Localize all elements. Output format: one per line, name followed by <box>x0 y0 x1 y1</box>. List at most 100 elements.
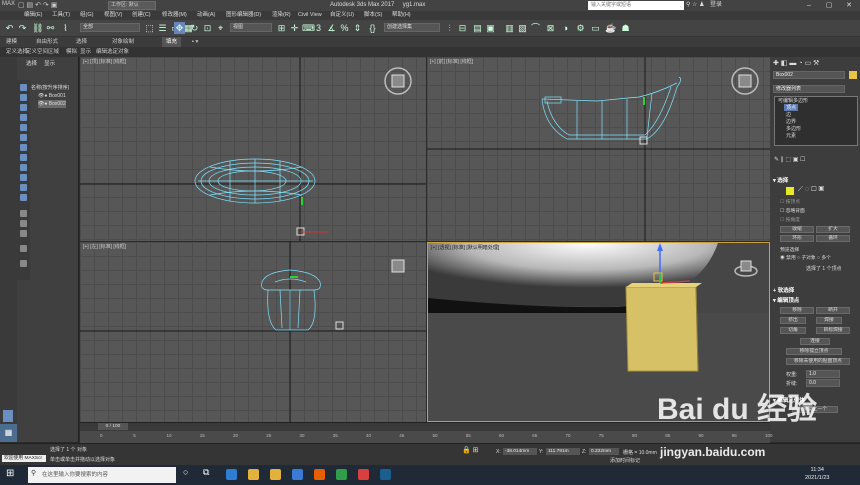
app2-icon[interactable] <box>358 469 369 480</box>
filter-containers-icon[interactable] <box>20 174 27 181</box>
taskbar-search-input[interactable]: 在这里输入你要搜索的内容 <box>28 467 176 483</box>
remove-isolated-button[interactable]: 移除孤立顶点 <box>786 348 842 355</box>
maximize-icon[interactable]: ▢ <box>820 0 838 11</box>
stack-item-editable-poly[interactable]: 可编辑多边形 <box>778 97 808 104</box>
search-input[interactable]: 输入关键字或短语 <box>588 1 684 10</box>
firefox-icon[interactable] <box>314 469 325 480</box>
mail-icon[interactable] <box>292 469 303 480</box>
percent-snap-icon[interactable]: % <box>339 22 350 34</box>
stack-item-polygon[interactable]: 多边形 <box>786 125 801 132</box>
redo-icon[interactable]: ↷ <box>17 22 28 34</box>
app-logo[interactable]: MAX <box>2 1 15 10</box>
remove-unused-map-button[interactable]: 移除未使用的贴图顶点 <box>786 358 850 365</box>
quick-access-icons[interactable]: ▢ ▤ ↶ ↷ ▣ <box>18 1 57 9</box>
filter-cameras-icon[interactable] <box>20 114 27 121</box>
snaps-toggle-icon[interactable]: 3 <box>313 22 324 34</box>
filter-options-icon[interactable] <box>20 245 27 252</box>
app-icon[interactable] <box>336 469 347 480</box>
filter-hidden-icon[interactable] <box>20 194 27 201</box>
filter-invert-icon[interactable] <box>20 230 27 237</box>
ribbon-tab-populate[interactable]: 填充 <box>162 37 182 47</box>
reference-coord-select[interactable]: 视图 <box>230 23 272 32</box>
toggle-ribbon-icon[interactable]: ▣ <box>485 22 496 34</box>
chamfer-button[interactable]: 切角 <box>780 327 806 334</box>
viewport-top[interactable]: [+] [顶] [标准] [线框] <box>80 57 426 241</box>
placement-icon[interactable]: ⌖ <box>215 22 226 34</box>
maxscript-listener[interactable]: 欢迎使用 MAXScr <box>2 455 46 462</box>
scene-item-box002[interactable]: 👁● Box002 <box>38 100 66 108</box>
workspace-select[interactable]: 工作区: 默认 <box>108 1 156 10</box>
time-slider[interactable]: 0 / 100 <box>98 423 128 430</box>
filter-shapes-icon[interactable] <box>20 94 27 101</box>
render-production-icon[interactable]: ☕ <box>605 22 616 34</box>
menu-civil-view[interactable]: Civil View <box>298 11 322 20</box>
by-vertex-checkbox[interactable]: ☐ 按顶点 <box>780 198 800 205</box>
ribbon-define-area[interactable]: 定义空间区域 <box>26 47 59 57</box>
cortana-icon[interactable]: ○ <box>183 467 188 477</box>
ignore-backfacing-checkbox[interactable]: ☐ 忽略背面 <box>780 207 805 214</box>
menu-view[interactable]: 视图(V) <box>104 11 122 20</box>
help-icon[interactable]: ⚲ ☆ ♟ <box>686 1 705 8</box>
taskbar-clock[interactable]: 11:34 2021/1/23 <box>805 466 829 482</box>
filter-xrefs-icon[interactable] <box>20 154 27 161</box>
loop-button[interactable]: 循环 <box>816 235 850 242</box>
file-explorer-icon[interactable] <box>248 469 259 480</box>
unlink-icon[interactable]: ⚯ <box>45 22 56 34</box>
command-panel-tabs[interactable]: ✚ ◧ ▬ ◔ ▭ ⚒ <box>773 59 819 67</box>
bind-spacewarp-icon[interactable]: ⌇ <box>60 22 71 34</box>
ribbon-edit-selected[interactable]: 编辑选定对象 <box>96 47 129 57</box>
keyboard-shortcut-icon[interactable]: ⌨ <box>302 22 315 34</box>
viewport-front[interactable]: [+] [前] [标准] [线框] <box>427 57 770 241</box>
curve-editor-icon[interactable]: ⌒ <box>530 22 541 34</box>
menu-customize[interactable]: 自定义(U) <box>330 11 354 20</box>
close-icon[interactable]: ✕ <box>840 0 858 11</box>
z-coord-input[interactable]: 0.222mm <box>589 448 619 455</box>
edge-icon[interactable] <box>226 469 237 480</box>
ribbon-tab-object-paint[interactable]: 对象绘制 <box>112 37 134 47</box>
menu-scripting[interactable]: 脚本(S) <box>364 11 382 20</box>
viewport-layout-icon[interactable]: ▦ <box>0 424 17 442</box>
filter-sync-icon[interactable] <box>20 260 27 267</box>
filter-groups-icon[interactable] <box>20 144 27 151</box>
connect-button[interactable]: 连接 <box>800 338 830 345</box>
target-weld-button[interactable]: 目标焊接 <box>816 327 850 334</box>
layer-explorer-icon[interactable]: ▧ <box>517 22 528 34</box>
viewport-left[interactable]: [+] [左] [标准] [线框] <box>80 242 426 422</box>
ring-button[interactable]: 环形 <box>780 235 814 242</box>
ribbon-display[interactable]: 显示 <box>80 47 91 57</box>
pivot-center-icon[interactable]: ⊞ <box>276 22 287 34</box>
select-by-name-icon[interactable]: ☰ <box>157 22 168 34</box>
menu-create[interactable]: 创建(C) <box>132 11 151 20</box>
stack-item-element[interactable]: 元素 <box>786 132 796 139</box>
mirror-icon[interactable]: ⫶ <box>444 22 455 34</box>
extrude-button[interactable]: 挤出 <box>780 317 806 324</box>
ribbon-tab-selection[interactable]: 选择 <box>76 37 87 47</box>
link-icon[interactable]: ⛓ <box>32 22 43 34</box>
user-menu[interactable]: 登录 <box>710 0 722 11</box>
task-view-icon[interactable]: ⧉ <box>203 467 209 478</box>
3dsmax-taskbar-icon[interactable] <box>380 469 391 480</box>
menu-graph-editors[interactable]: 图形编辑器(D) <box>226 11 261 20</box>
viewport-perspective-label[interactable]: [+] [透视] [标准] [默认明暗处理] <box>431 244 499 251</box>
menu-edit[interactable]: 编辑(E) <box>24 11 42 20</box>
undo-icon[interactable]: ↶ <box>4 22 15 34</box>
vertex-mode-icon[interactable] <box>786 187 794 195</box>
align-icon[interactable]: ⊟ <box>457 22 468 34</box>
visibility-icon[interactable]: 👁● <box>38 101 47 107</box>
schematic-view-icon[interactable]: ⊠ <box>545 22 556 34</box>
lock-selection-icon[interactable]: 🔒 ⊞ <box>462 446 479 454</box>
ribbon-options-icon[interactable]: ▪ ▾ <box>192 37 198 47</box>
soft-selection-rollout[interactable]: + 软选择 <box>773 286 858 294</box>
y-coord-input[interactable]: 111.791m <box>546 448 580 455</box>
selection-filter-select[interactable]: 全部 <box>80 23 140 32</box>
edit-named-sel-icon[interactable]: {} <box>367 22 378 34</box>
named-selection-select[interactable]: 创建选择集 <box>384 23 440 32</box>
ribbon-tab-modeling[interactable]: 建模 <box>6 37 17 47</box>
add-time-tag-button[interactable]: 添加时间标记 <box>610 457 640 464</box>
menu-group[interactable]: 组(G) <box>80 11 93 20</box>
stack-item-border[interactable]: 边界 <box>786 118 796 125</box>
scene-tab-select[interactable]: 选择 <box>26 60 37 68</box>
ribbon-tab-freeform[interactable]: 自由形式 <box>36 37 58 47</box>
weld-button[interactable]: 焊接 <box>816 317 842 324</box>
scale-icon[interactable]: ⊡ <box>202 22 213 34</box>
